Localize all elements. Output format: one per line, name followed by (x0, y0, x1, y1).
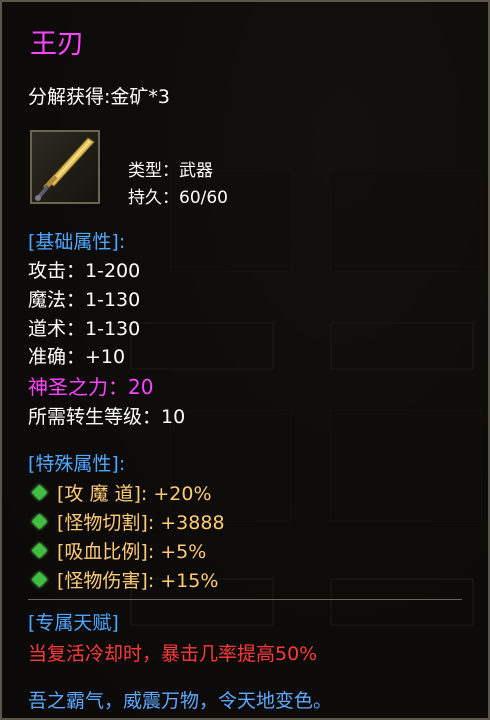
special-attribute-row: [怪物伤害]: +15% (31, 566, 219, 593)
special-attribute-text: [怪物切割]: +3888 (57, 512, 225, 534)
divider (28, 599, 462, 600)
special-attributes-header: [特殊属性]: (28, 453, 126, 475)
special-attribute-text: [吸血比例]: +5% (57, 541, 207, 563)
rebirth-level-requirement: 所需转生等级：10 (28, 406, 186, 428)
green-gem-icon (31, 571, 48, 588)
green-gem-icon (31, 542, 48, 559)
special-attribute-text: [攻 魔 道]: +20% (57, 483, 212, 505)
holy-power-stat: 神圣之力：20 (28, 375, 154, 399)
special-attribute-text: [怪物伤害]: +15% (57, 570, 219, 592)
exclusive-talent-text: 当复活冷却时，暴击几率提高50% (28, 643, 318, 665)
green-gem-icon (31, 513, 48, 530)
green-gem-icon (31, 484, 48, 501)
item-type: 类型：武器 (128, 161, 213, 181)
attack-stat: 攻击：1-200 (28, 260, 141, 282)
item-name: 王刃 (30, 29, 84, 60)
special-attribute-row: [怪物切割]: +3888 (31, 508, 225, 535)
magic-stat: 魔法：1-130 (28, 289, 141, 311)
special-attribute-row: [攻 魔 道]: +20% (31, 479, 212, 506)
taoism-stat: 道术：1-130 (28, 318, 141, 340)
base-attributes-header: [基础属性]: (28, 231, 126, 253)
flavor-text: 吾之霸气，威震万物，令天地变色。 (28, 690, 333, 712)
item-tooltip: 王刃 分解获得:金矿*3 类型：武器 持久：60/60 [基础属性]: 攻击：1… (0, 0, 490, 720)
item-icon-slot[interactable] (30, 130, 100, 204)
accuracy-stat: 准确：+10 (28, 346, 126, 368)
item-durability: 持久：60/60 (128, 188, 228, 208)
special-attribute-row: [吸血比例]: +5% (31, 537, 207, 564)
decompose-text: 分解获得:金矿*3 (28, 86, 170, 108)
exclusive-talent-header: [专属天赋] (28, 612, 119, 634)
sword-icon (35, 137, 95, 201)
